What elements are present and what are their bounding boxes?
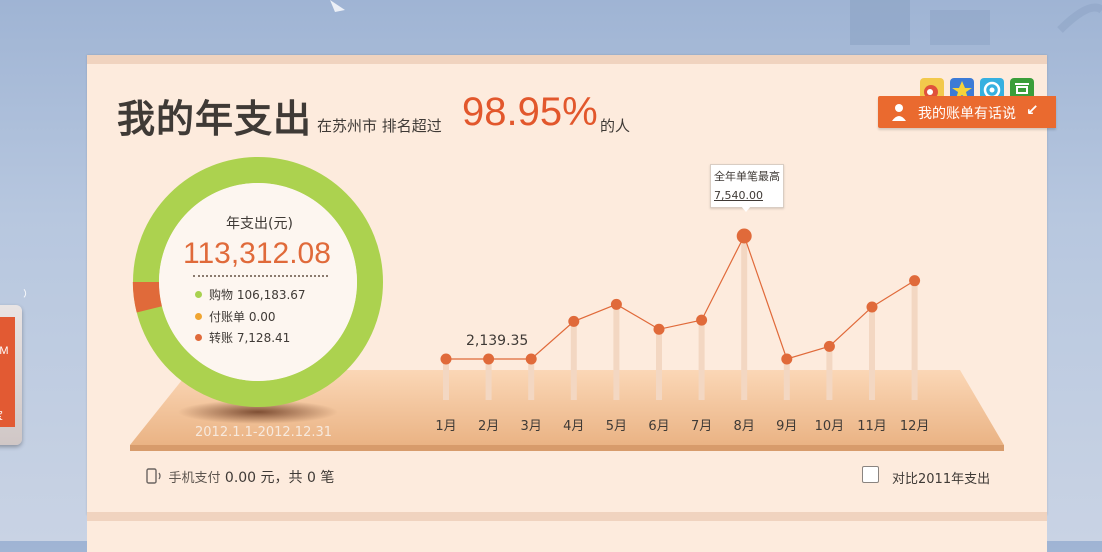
- data-point-8[interactable]: [736, 228, 752, 244]
- phone-icon: [146, 468, 161, 484]
- month-label-5: 5月: [605, 419, 628, 434]
- month-label-2: 2月: [477, 419, 500, 434]
- bar-pole-6: [656, 329, 662, 400]
- data-point-10[interactable]: [823, 340, 835, 352]
- bar-pole-10: [826, 346, 833, 400]
- data-point-7[interactable]: [696, 314, 708, 326]
- bar-pole-2: [485, 359, 492, 400]
- compare-checkbox[interactable]: [862, 466, 879, 483]
- month-label-8: 8月: [733, 419, 755, 434]
- month-label-4: 4月: [563, 419, 585, 434]
- tooltip-value[interactable]: 7,540.00: [714, 189, 763, 202]
- data-point-5[interactable]: [610, 298, 622, 310]
- bar-pole-9: [783, 359, 790, 400]
- month-label-7: 7月: [690, 419, 713, 434]
- data-label-feb: 2,139.35: [466, 333, 529, 349]
- month-label-11: 11月: [857, 419, 887, 434]
- data-point-1[interactable]: [440, 353, 452, 365]
- mobile-payment-summary: 手机支付 0.00 元，共 0 笔: [146, 467, 334, 487]
- data-point-3[interactable]: [525, 353, 537, 365]
- month-label-1: 1月: [435, 419, 457, 434]
- monthly-spending-chart: [440, 228, 921, 400]
- bar-pole-5: [613, 304, 620, 400]
- tooltip-title: 全年单笔最高: [714, 170, 780, 183]
- data-point-9[interactable]: [781, 353, 793, 365]
- mobile-pay-label: 手机支付: [168, 471, 221, 486]
- bar-pole-7: [698, 320, 705, 400]
- month-label-6: 6月: [648, 419, 670, 434]
- data-point-6[interactable]: [653, 323, 665, 335]
- data-point-11[interactable]: [866, 301, 878, 313]
- mobile-pay-value: 0.00 元，共 0 笔: [224, 470, 335, 486]
- max-single-tooltip[interactable]: 全年单笔最高 7,540.00: [710, 164, 784, 212]
- data-point-12[interactable]: [909, 275, 921, 287]
- month-label-12: 12月: [899, 419, 930, 434]
- next-card-top-border: [87, 512, 1047, 521]
- bar-pole-1: [443, 359, 449, 400]
- data-point-4[interactable]: [568, 315, 580, 327]
- data-point-2[interactable]: [483, 353, 495, 365]
- bar-pole-8: [741, 236, 748, 400]
- bar-pole-4: [570, 321, 577, 400]
- bar-pole-11: [869, 306, 875, 400]
- compare-label: 对比2011年支出: [892, 472, 991, 487]
- bar-pole-3: [528, 359, 535, 400]
- month-label-3: 3月: [520, 419, 542, 434]
- bar-pole-12: [911, 280, 918, 400]
- month-label-10: 10月: [814, 419, 845, 434]
- month-label-9: 9月: [776, 419, 798, 434]
